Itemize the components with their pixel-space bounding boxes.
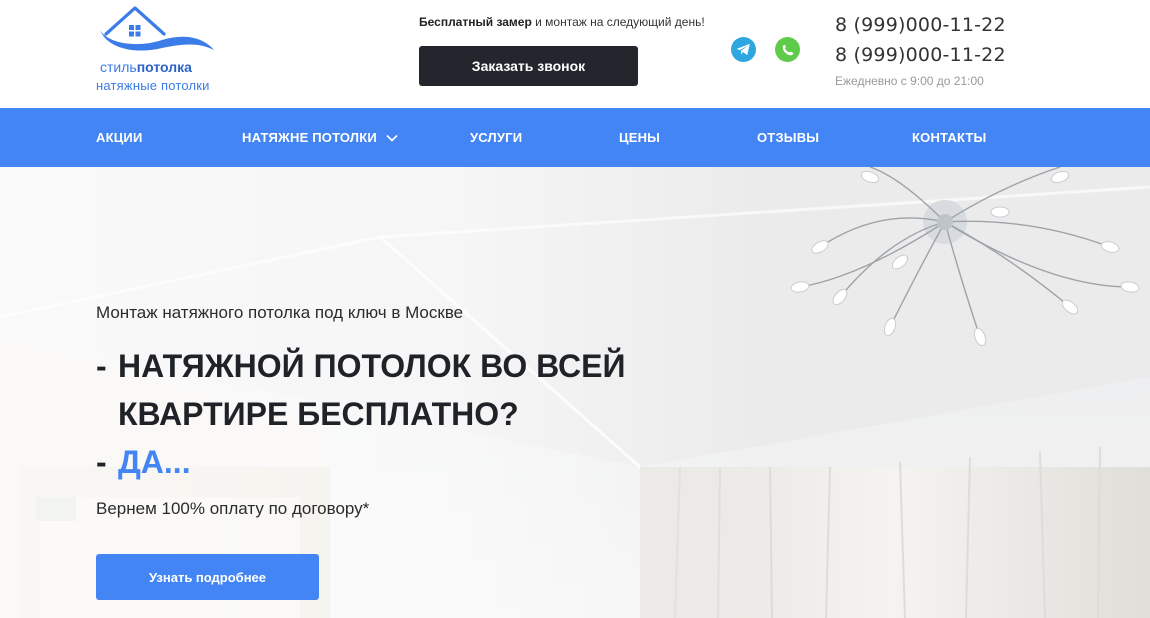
hero-section: Монтаж натяжного потолка под ключ в Моск… (0, 167, 1150, 618)
hero-subtitle: Монтаж натяжного потолка под ключ в Моск… (96, 303, 464, 322)
logo-tagline: натяжные потолки (96, 78, 210, 93)
hero-title-accent: ДА... (118, 444, 191, 480)
phone-number-2[interactable]: 8 (999)000-11-22 (835, 44, 1006, 66)
main-nav: АКЦИИ НАТЯЖНЕ ПОТОЛКИ УСЛУГИ ЦЕНЫ ОТЗЫВЫ… (0, 108, 1150, 167)
hero-guarantee-note: Вернем 100% оплату по договору* (96, 499, 370, 518)
nav-item-services[interactable]: УСЛУГИ (470, 108, 522, 167)
promo-text: Бесплатный замер и монтаж на следующий д… (419, 15, 705, 29)
telegram-icon[interactable] (731, 37, 756, 62)
house-logo-icon (100, 6, 214, 51)
hero-title: - НАТЯЖНОЙ ПОТОЛОК ВО ВСЕЙ КВАРТИРЕ БЕСПЛ… (96, 348, 626, 480)
phone-number-1[interactable]: 8 (999)000-11-22 (835, 14, 1006, 36)
logo-wordmark: стильпотолка (100, 59, 192, 75)
working-hours: Ежедневно с 9:00 до 21:00 (835, 74, 984, 88)
site-header: стильпотолка натяжные потолки Бесплатный… (0, 0, 1150, 108)
learn-more-button[interactable]: Узнать подробнее (96, 554, 319, 600)
nav-item-promotions[interactable]: АКЦИИ (96, 108, 143, 167)
nav-item-prices[interactable]: ЦЕНЫ (619, 108, 660, 167)
whatsapp-icon[interactable] (775, 37, 800, 62)
nav-item-contacts[interactable]: КОНТАКТЫ (912, 108, 986, 167)
nav-item-ceilings[interactable]: НАТЯЖНЕ ПОТОЛКИ (242, 108, 398, 167)
nav-item-reviews[interactable]: ОТЗЫВЫ (757, 108, 819, 167)
logo[interactable]: стильпотолка натяжные потолки (96, 4, 218, 96)
chevron-down-icon (386, 134, 398, 142)
order-call-button[interactable]: Заказать звонок (419, 46, 638, 86)
